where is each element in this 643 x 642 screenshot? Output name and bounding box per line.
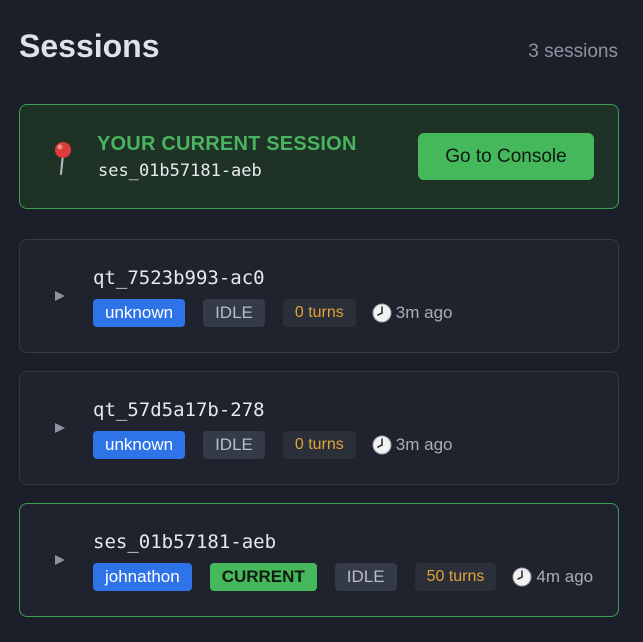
expand-arrow-icon[interactable]: [54, 422, 66, 434]
user-badge: unknown: [93, 299, 186, 327]
turns-badge: 0 turns: [282, 431, 356, 459]
go-to-console-button[interactable]: Go to Console: [418, 133, 594, 180]
turns-badge: 0 turns: [282, 299, 356, 327]
last-activity-text: 3m ago: [395, 435, 453, 454]
clock-icon: [372, 303, 392, 323]
pin-icon: [55, 142, 71, 175]
last-activity-text: 4m ago: [536, 567, 594, 586]
expand-arrow-icon[interactable]: [54, 290, 66, 302]
session-id: qt_57d5a17b-278: [93, 399, 265, 421]
last-activity-text: 3m ago: [395, 303, 453, 322]
sessions-page: Sessions 3 sessions YOUR CURRENT SESSION…: [0, 0, 643, 642]
session-id: ses_01b57181-aeb: [93, 531, 277, 553]
clock-icon: [512, 567, 532, 587]
status-badge: IDLE: [203, 431, 265, 459]
session-card[interactable]: ses_01b57181-aeb johnathon CURRENT IDLE …: [19, 503, 619, 617]
session-card[interactable]: qt_57d5a17b-278 unknown IDLE 0 turns 3m …: [19, 371, 619, 485]
page-title: Sessions: [19, 28, 160, 64]
current-session-id: ses_01b57181-aeb: [98, 161, 262, 181]
session-card[interactable]: qt_7523b993-ac0 unknown IDLE 0 turns 3m …: [19, 239, 619, 353]
expand-arrow-icon[interactable]: [54, 554, 66, 566]
current-session-banner: YOUR CURRENT SESSION ses_01b57181-aeb Go…: [19, 104, 619, 209]
session-id: qt_7523b993-ac0: [93, 267, 265, 289]
last-activity: 3m ago: [372, 303, 453, 323]
session-count: 3 sessions: [528, 41, 618, 62]
session-badges: johnathon CURRENT IDLE 50 turns 4m ago: [93, 563, 593, 591]
current-session-label: YOUR CURRENT SESSION: [97, 133, 357, 155]
status-badge: IDLE: [334, 563, 397, 591]
last-activity: 4m ago: [512, 567, 593, 587]
status-badge: IDLE: [203, 299, 265, 327]
last-activity: 3m ago: [372, 435, 453, 455]
session-badges: unknown IDLE 0 turns 3m ago: [93, 299, 452, 327]
user-badge: unknown: [93, 431, 186, 459]
current-badge: CURRENT: [209, 563, 317, 591]
user-badge: johnathon: [93, 563, 192, 591]
session-badges: unknown IDLE 0 turns 3m ago: [93, 431, 452, 459]
clock-icon: [372, 435, 392, 455]
turns-badge: 50 turns: [414, 563, 497, 591]
